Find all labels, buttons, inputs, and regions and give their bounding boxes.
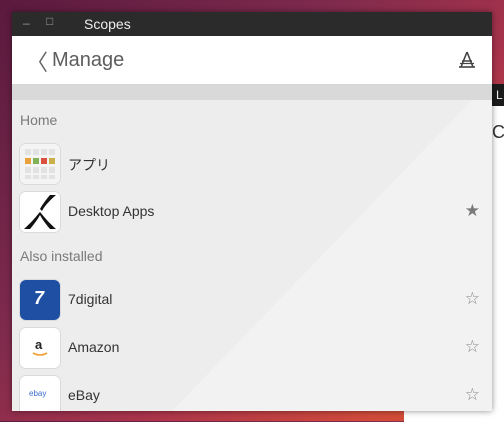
list-item-amazon[interactable]: a Amazon ☆: [20, 328, 484, 368]
favorite-star-icon[interactable]: ★: [465, 201, 480, 221]
store-icon[interactable]: [458, 51, 476, 69]
x-logo-icon: [20, 192, 60, 232]
favorite-star-icon[interactable]: ☆: [465, 337, 480, 357]
list-item-desktop-apps[interactable]: Desktop Apps ★: [20, 192, 484, 232]
list-item-label: 7digital: [68, 291, 113, 307]
page-title: Manage: [52, 49, 125, 71]
minimize-icon[interactable]: –: [23, 16, 30, 30]
background-window-text: C: [492, 122, 504, 142]
apps-grid-icon: [20, 144, 60, 184]
7digital-icon-text: 7: [34, 288, 45, 308]
list-item-ebay[interactable]: ebay eBay ☆: [20, 376, 484, 411]
page-header: 〈 Manage: [12, 36, 492, 85]
scope-list: Home アプリ Desktop Apps ★ Also installed 7…: [12, 100, 492, 411]
background-window-title: L: [496, 88, 503, 102]
maximize-icon[interactable]: □: [46, 14, 53, 28]
scopes-window: – □ Scopes 〈 Manage Home アプリ Desktop App…: [12, 12, 492, 411]
header-separator: [12, 85, 492, 100]
7digital-icon: 7: [20, 280, 60, 320]
favorite-star-icon[interactable]: ☆: [465, 385, 480, 405]
list-item-label: Desktop Apps: [68, 203, 155, 219]
ebay-icon: ebay: [20, 376, 60, 411]
list-item-label: Amazon: [68, 339, 120, 355]
title-bar[interactable]: – □ Scopes: [12, 12, 492, 36]
amazon-icon: a: [20, 328, 60, 368]
window-title: Scopes: [84, 16, 131, 32]
list-item-label: eBay: [68, 387, 100, 403]
background-window-titlebar[interactable]: L: [492, 84, 504, 106]
section-home-label: Home: [20, 112, 58, 128]
list-item-label: アプリ: [68, 157, 110, 173]
ebay-icon-text: ebay: [29, 389, 47, 398]
back-button[interactable]: 〈: [26, 45, 48, 77]
list-item-apps[interactable]: アプリ: [20, 144, 484, 184]
favorite-star-icon[interactable]: ☆: [465, 289, 480, 309]
list-item-7digital[interactable]: 7 7digital ☆: [20, 280, 484, 320]
section-also-installed-label: Also installed: [20, 248, 103, 264]
